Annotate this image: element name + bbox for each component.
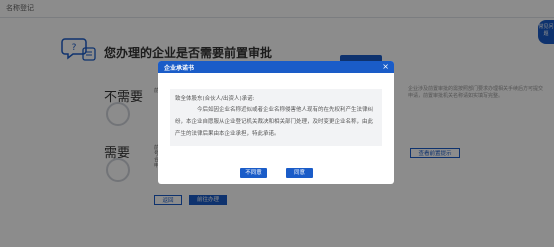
agree-button[interactable]: 同意: [286, 168, 313, 178]
commitment-modal: 企业承诺书 × 致全体股东(合伙人/出资人)承诺: 今后如因企业名称近似或者企业…: [158, 61, 394, 184]
disagree-button[interactable]: 不同意: [240, 168, 267, 178]
close-icon[interactable]: ×: [382, 62, 389, 71]
modal-title: 企业承诺书: [164, 65, 195, 72]
modal-greeting: 致全体股东(合伙人/出资人)承诺:: [175, 96, 255, 102]
modal-header: 企业承诺书 ×: [158, 61, 394, 73]
modal-body: 致全体股东(合伙人/出资人)承诺: 今后如因企业名称近似或者企业名称侵害他人现有…: [170, 89, 382, 146]
modal-paragraph: 今后如因企业名称近似或者企业名称侵害他人现有的在先权利产生法律纠纷，本企业自愿服…: [175, 107, 374, 137]
